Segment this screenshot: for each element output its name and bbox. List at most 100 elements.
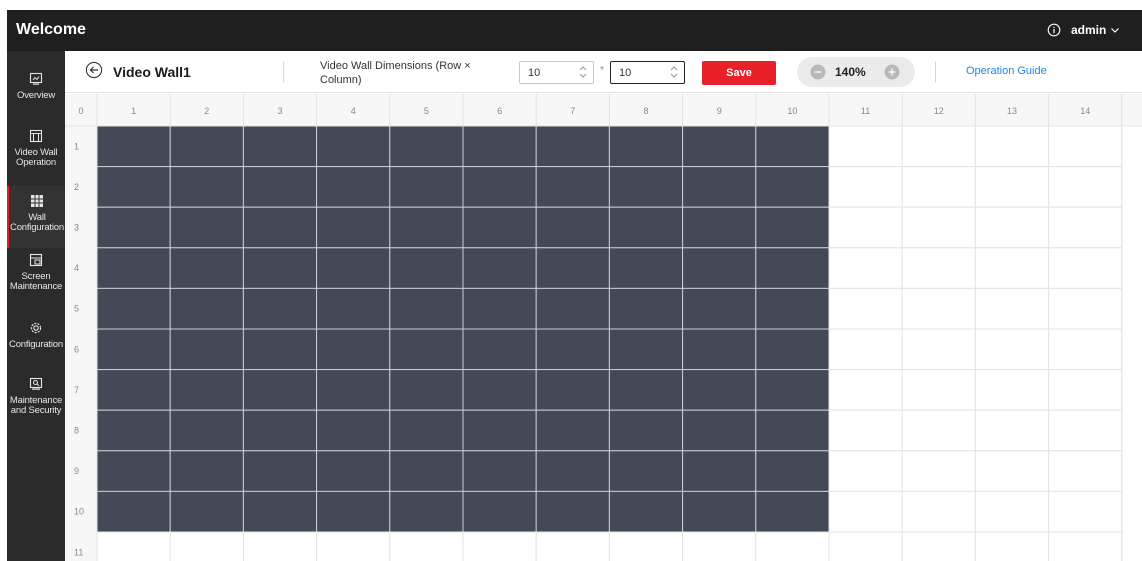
sidebar-item-overview[interactable]: Overview	[7, 61, 65, 107]
wall-screen-cell[interactable]	[535, 206, 610, 249]
wall-screen-cell[interactable]	[755, 328, 830, 371]
empty-grid-cell[interactable]	[1048, 247, 1123, 289]
empty-grid-cell[interactable]	[828, 409, 903, 452]
wall-grid-canvas[interactable]: 0 1 2 3 4 5 6 7 8 9 10 11 12 13 141234567891011	[65, 94, 1142, 561]
wall-screen-cell[interactable]	[96, 490, 171, 533]
wall-screen-cell[interactable]	[96, 287, 171, 330]
wall-screen-cell[interactable]	[535, 287, 610, 330]
empty-grid-cell[interactable]	[755, 531, 830, 561]
wall-screen-cell[interactable]	[535, 125, 610, 168]
wall-screen-cell[interactable]	[96, 450, 171, 492]
empty-grid-cell[interactable]	[1048, 328, 1123, 371]
empty-grid-cell[interactable]	[828, 531, 903, 561]
wall-screen-cell[interactable]	[169, 409, 244, 452]
wall-screen-cell[interactable]	[535, 409, 610, 452]
wall-screen-cell[interactable]	[462, 287, 537, 330]
wall-screen-cell[interactable]	[462, 206, 537, 249]
wall-screen-cell[interactable]	[169, 287, 244, 330]
wall-screen-cell[interactable]	[462, 490, 537, 533]
empty-grid-cell[interactable]	[828, 287, 903, 330]
empty-grid-cell[interactable]	[974, 409, 1050, 452]
wall-screen-cell[interactable]	[682, 450, 757, 492]
sidebar-item-maintenance-security[interactable]: Maintenance and Security	[7, 377, 65, 429]
wall-screen-cell[interactable]	[316, 450, 391, 492]
wall-screen-cell[interactable]	[608, 369, 684, 411]
wall-screen-cell[interactable]	[682, 206, 757, 249]
wall-screen-cell[interactable]	[462, 369, 537, 411]
wall-screen-cell[interactable]	[755, 369, 830, 411]
empty-grid-cell[interactable]	[389, 531, 464, 561]
zoom-in-icon[interactable]	[884, 64, 900, 80]
wall-screen-cell[interactable]	[316, 490, 391, 533]
wall-screen-cell[interactable]	[608, 206, 684, 249]
wall-screen-cell[interactable]	[242, 125, 318, 168]
empty-grid-cell[interactable]	[1048, 287, 1123, 330]
wall-screen-cell[interactable]	[755, 287, 830, 330]
wall-screen-cell[interactable]	[755, 206, 830, 249]
wall-screen-cell[interactable]	[242, 369, 318, 411]
empty-grid-cell[interactable]	[1048, 490, 1123, 533]
wall-screen-cell[interactable]	[535, 247, 610, 289]
wall-screen-cell[interactable]	[535, 450, 610, 492]
empty-grid-cell[interactable]	[316, 531, 391, 561]
empty-grid-cell[interactable]	[462, 531, 537, 561]
wall-screen-cell[interactable]	[462, 450, 537, 492]
wall-screen-cell[interactable]	[242, 409, 318, 452]
wall-screen-cell[interactable]	[462, 247, 537, 289]
wall-screen-cell[interactable]	[316, 328, 391, 371]
wall-screen-cell[interactable]	[755, 450, 830, 492]
wall-screen-cell[interactable]	[316, 125, 391, 168]
wall-screen-cell[interactable]	[316, 206, 391, 249]
empty-grid-cell[interactable]	[96, 531, 171, 561]
empty-grid-cell[interactable]	[974, 328, 1050, 371]
wall-screen-cell[interactable]	[169, 450, 244, 492]
empty-grid-cell[interactable]	[682, 531, 757, 561]
wall-screen-cell[interactable]	[755, 409, 830, 452]
empty-grid-cell[interactable]	[1048, 166, 1123, 208]
wall-screen-cell[interactable]	[316, 247, 391, 289]
wall-screen-cell[interactable]	[169, 125, 244, 168]
empty-grid-cell[interactable]	[1048, 369, 1123, 411]
wall-screen-cell[interactable]	[96, 247, 171, 289]
wall-screen-cell[interactable]	[242, 328, 318, 371]
wall-screen-cell[interactable]	[755, 490, 830, 533]
wall-screen-cell[interactable]	[755, 247, 830, 289]
wall-screen-cell[interactable]	[608, 166, 684, 208]
wall-screen-cell[interactable]	[682, 409, 757, 452]
empty-grid-cell[interactable]	[974, 247, 1050, 289]
rows-stepper-icon[interactable]	[577, 63, 589, 81]
sidebar-item-configuration[interactable]: Configuration	[7, 321, 65, 365]
wall-screen-cell[interactable]	[316, 369, 391, 411]
empty-grid-cell[interactable]	[901, 328, 976, 371]
empty-grid-cell[interactable]	[901, 287, 976, 330]
empty-grid-cell[interactable]	[828, 247, 903, 289]
wall-screen-cell[interactable]	[242, 166, 318, 208]
empty-grid-cell[interactable]	[828, 369, 903, 411]
wall-screen-cell[interactable]	[535, 166, 610, 208]
empty-grid-cell[interactable]	[974, 450, 1050, 492]
wall-screen-cell[interactable]	[96, 328, 171, 371]
empty-grid-cell[interactable]	[242, 531, 318, 561]
wall-screen-cell[interactable]	[462, 328, 537, 371]
empty-grid-cell[interactable]	[901, 206, 976, 249]
wall-screen-cell[interactable]	[242, 247, 318, 289]
empty-grid-cell[interactable]	[974, 531, 1050, 561]
empty-grid-cell[interactable]	[828, 166, 903, 208]
empty-grid-cell[interactable]	[535, 531, 610, 561]
wall-screen-cell[interactable]	[389, 247, 464, 289]
wall-screen-cell[interactable]	[316, 409, 391, 452]
sidebar-item-wall-configuration[interactable]: Wall Configuration	[7, 186, 65, 248]
wall-screen-cell[interactable]	[389, 450, 464, 492]
wall-screen-cell[interactable]	[389, 328, 464, 371]
wall-screen-cell[interactable]	[316, 166, 391, 208]
empty-grid-cell[interactable]	[1048, 531, 1123, 561]
empty-grid-cell[interactable]	[901, 166, 976, 208]
wall-screen-cell[interactable]	[608, 247, 684, 289]
wall-screen-cell[interactable]	[96, 125, 171, 168]
empty-grid-cell[interactable]	[974, 369, 1050, 411]
wall-screen-cell[interactable]	[389, 287, 464, 330]
wall-screen-cell[interactable]	[535, 490, 610, 533]
wall-screen-cell[interactable]	[169, 206, 244, 249]
wall-screen-cell[interactable]	[682, 490, 757, 533]
empty-grid-cell[interactable]	[901, 125, 976, 168]
